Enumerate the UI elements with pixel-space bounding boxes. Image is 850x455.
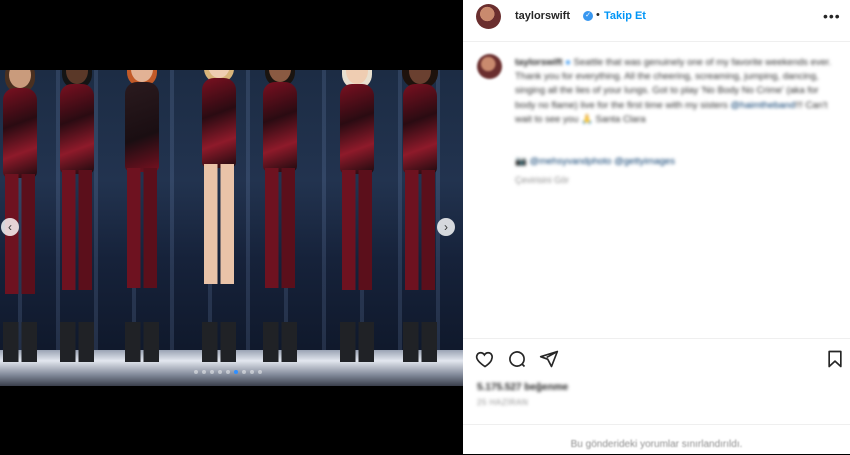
carousel-dot [218, 370, 222, 374]
caption-mention[interactable]: @haimtheband [730, 100, 795, 111]
post-actions [463, 338, 850, 379]
follow-button[interactable]: Takip Et [604, 10, 646, 22]
carousel-dot [250, 370, 254, 374]
post-detail-panel: taylorswift ✓ • Takip Et ••• taylorswift… [463, 0, 850, 454]
caption-verified-icon: ● [565, 57, 571, 68]
carousel-dot [210, 370, 214, 374]
dancer [335, 70, 379, 362]
avatar[interactable] [476, 4, 501, 29]
more-options-icon[interactable]: ••• [823, 8, 841, 24]
next-slide-button[interactable]: › [437, 218, 455, 236]
previous-slide-button[interactable]: ‹ [1, 218, 19, 236]
heart-icon[interactable] [475, 349, 495, 369]
carousel-dot [258, 370, 262, 374]
likes-count[interactable]: 5.175.527 beğenme [477, 382, 568, 393]
comments-footer: Bu gönderideki yorumlar sınırlandırıldı. [463, 424, 850, 455]
carousel-dot [202, 370, 206, 374]
comment-icon[interactable] [507, 349, 527, 369]
dancer [55, 70, 99, 362]
carousel-dot [226, 370, 230, 374]
share-icon[interactable] [539, 349, 559, 369]
post-media: ‹ › [0, 0, 463, 454]
dancer [398, 70, 442, 362]
post-date: 25 HAZİRAN [477, 398, 529, 407]
dancer [258, 70, 302, 362]
dancer [196, 70, 242, 362]
verified-badge-icon: ✓ [583, 11, 593, 21]
post-caption: taylorswift ● Seattle that was genuinely… [515, 56, 833, 127]
header-separator: • [596, 9, 600, 21]
post-header: taylorswift ✓ • Takip Et ••• [463, 0, 850, 42]
carousel-indicator [194, 370, 262, 374]
bookmark-icon[interactable] [825, 349, 845, 369]
post-photo [0, 70, 463, 386]
photo-credit[interactable]: 📷 @mehsyvandphoto @gettyimages [515, 156, 675, 167]
caption-avatar[interactable] [477, 54, 502, 79]
see-translation-link[interactable]: Çevirisini Gör [515, 175, 569, 185]
carousel-dot [242, 370, 246, 374]
dancer [120, 70, 164, 362]
caption-username[interactable]: taylorswift [515, 57, 563, 68]
dancer [0, 70, 42, 362]
carousel-dot [234, 370, 238, 374]
comments-area: taylorswift ● Seattle that was genuinely… [463, 42, 850, 338]
carousel-dot [194, 370, 198, 374]
comments-limited-notice: Bu gönderideki yorumlar sınırlandırıldı. [570, 439, 743, 450]
username-link[interactable]: taylorswift [515, 10, 570, 22]
